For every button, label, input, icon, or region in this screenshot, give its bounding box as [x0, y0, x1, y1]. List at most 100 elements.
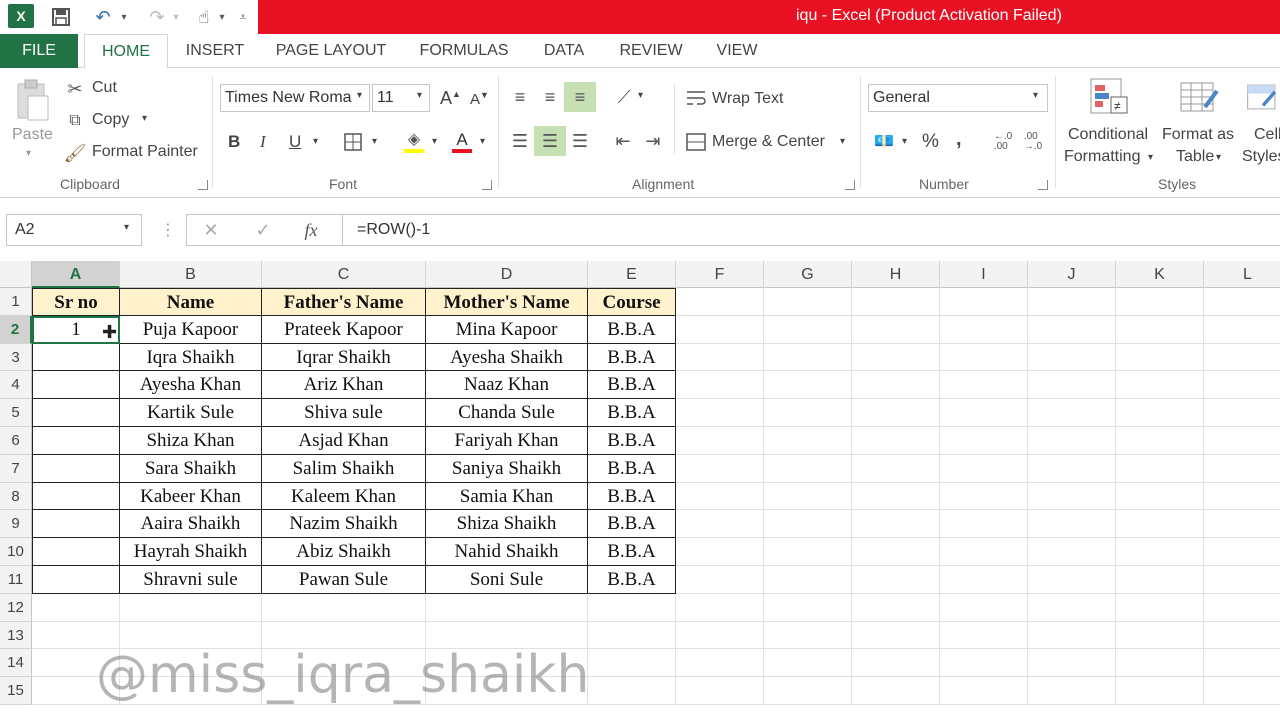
cell-j10[interactable] — [1028, 538, 1116, 566]
cell-b6[interactable]: Shiza Khan — [120, 427, 262, 455]
row-header-13[interactable]: 13 — [0, 621, 32, 650]
cell-b8[interactable]: Kabeer Khan — [120, 482, 262, 511]
comma-style-icon[interactable]: , — [956, 128, 962, 151]
row-header-2[interactable]: 2 — [0, 315, 32, 344]
enter-icon[interactable]: ✓ — [250, 218, 276, 242]
cell-d4[interactable]: Naaz Khan — [426, 371, 588, 400]
number-launcher-icon[interactable] — [1038, 180, 1048, 190]
cell-a11[interactable] — [32, 566, 120, 594]
insert-function-icon[interactable]: fx — [298, 218, 324, 242]
cell-b7[interactable]: Sara Shaikh — [120, 454, 262, 483]
column-header-j[interactable]: J — [1028, 261, 1116, 288]
alignment-launcher-icon[interactable] — [845, 180, 855, 190]
cell-j12[interactable] — [1028, 593, 1116, 622]
conditional-formatting-icon[interactable]: ≠ — [1088, 76, 1130, 118]
cell-k3[interactable] — [1116, 343, 1204, 372]
cell-b5[interactable]: Kartik Sule — [120, 399, 262, 427]
cell-h15[interactable] — [852, 677, 940, 705]
copy-dropdown-icon[interactable]: ▾ — [142, 113, 147, 124]
merge-center-icon[interactable] — [684, 130, 708, 154]
cell-c7[interactable]: Salim Shaikh — [262, 454, 426, 483]
cell-c4[interactable]: Ariz Khan — [262, 371, 426, 400]
cell-a10[interactable] — [32, 538, 120, 566]
cell-i9[interactable] — [940, 510, 1028, 539]
cell-i5[interactable] — [940, 399, 1028, 427]
cell-g12[interactable] — [764, 593, 852, 622]
cell-e5[interactable]: B.B.A — [588, 399, 676, 427]
cell-c12[interactable] — [262, 593, 426, 622]
percent-style-button[interactable]: % — [922, 131, 939, 153]
cell-h7[interactable] — [852, 454, 940, 483]
cell-c3[interactable]: Iqrar Shaikh — [262, 343, 426, 372]
font-color-dropdown-icon[interactable]: ▾ — [480, 136, 485, 147]
cell-k4[interactable] — [1116, 371, 1204, 400]
cell-g9[interactable] — [764, 510, 852, 539]
row-header-10[interactable]: 10 — [0, 538, 32, 566]
row-header-8[interactable]: 8 — [0, 482, 32, 511]
bold-button[interactable]: B — [228, 132, 240, 152]
row-header-4[interactable]: 4 — [0, 371, 32, 400]
cell-l13[interactable] — [1204, 622, 1280, 650]
cell-g14[interactable] — [764, 649, 852, 678]
cell-f9[interactable] — [676, 510, 764, 539]
decrease-decimal-icon[interactable]: .00 →.0 — [1020, 128, 1046, 156]
cell-f15[interactable] — [676, 677, 764, 705]
orientation-icon[interactable]: ⟋ — [610, 82, 638, 112]
cell-e14[interactable] — [588, 649, 676, 678]
cell-l1[interactable] — [1204, 288, 1280, 316]
cell-j13[interactable] — [1028, 621, 1116, 650]
cell-e6[interactable]: B.B.A — [588, 427, 676, 455]
cell-g10[interactable] — [764, 538, 852, 566]
paste-icon[interactable] — [12, 76, 52, 124]
format-as-table-label2[interactable]: Table — [1176, 148, 1214, 166]
row-header-11[interactable]: 11 — [0, 566, 32, 594]
tab-page-layout[interactable]: PAGE LAYOUT — [270, 34, 392, 68]
column-header-a[interactable]: A — [32, 261, 120, 288]
undo-icon[interactable]: ↶ — [88, 4, 118, 30]
cell-h8[interactable] — [852, 482, 940, 511]
cell-c11[interactable]: Pawan Sule — [262, 566, 426, 594]
top-align-icon[interactable]: ≡ — [506, 82, 534, 112]
cell-i7[interactable] — [940, 454, 1028, 483]
cell-styles-label2[interactable]: Styles — [1242, 148, 1280, 166]
row-header-6[interactable]: 6 — [0, 427, 32, 455]
cell-k14[interactable] — [1116, 649, 1204, 678]
cell-f2[interactable] — [676, 315, 764, 344]
cell-l4[interactable] — [1204, 371, 1280, 400]
cell-j6[interactable] — [1028, 427, 1116, 455]
cell-j9[interactable] — [1028, 510, 1116, 539]
cell-b4[interactable]: Ayesha Khan — [120, 371, 262, 400]
cell-l5[interactable] — [1204, 399, 1280, 427]
cell-k10[interactable] — [1116, 538, 1204, 566]
cut-button[interactable]: Cut — [92, 79, 117, 97]
select-all-corner[interactable] — [0, 261, 32, 288]
cell-e3[interactable]: B.B.A — [588, 343, 676, 372]
wrap-text-button[interactable]: Wrap Text — [712, 90, 783, 108]
cell-f8[interactable] — [676, 482, 764, 511]
tab-insert[interactable]: INSERT — [180, 34, 250, 68]
cell-d11[interactable]: Soni Sule — [426, 566, 588, 594]
format-as-table-icon[interactable] — [1178, 76, 1220, 118]
cell-d1[interactable]: Mother's Name — [426, 288, 588, 316]
cell-a4[interactable] — [32, 371, 120, 400]
row-header-1[interactable]: 1 — [0, 288, 32, 316]
fill-color-dropdown-icon[interactable]: ▾ — [432, 136, 437, 147]
cell-a8[interactable] — [32, 482, 120, 511]
cell-e10[interactable]: B.B.A — [588, 538, 676, 566]
cell-k13[interactable] — [1116, 621, 1204, 650]
cell-styles-icon[interactable] — [1246, 76, 1280, 118]
format-painter-icon[interactable]: 🖌 — [64, 142, 87, 164]
touch-mode-icon[interactable]: ☝ — [192, 4, 216, 30]
borders-icon[interactable] — [342, 130, 364, 154]
cell-f4[interactable] — [676, 371, 764, 400]
cell-l7[interactable] — [1204, 455, 1280, 483]
font-size-dropdown-icon[interactable]: ▾ — [417, 90, 422, 101]
cell-g4[interactable] — [764, 371, 852, 400]
column-header-e[interactable]: E — [588, 261, 676, 288]
cell-i14[interactable] — [940, 649, 1028, 678]
wrap-text-icon[interactable] — [684, 86, 708, 110]
tab-formulas[interactable]: FORMULAS — [412, 34, 516, 68]
align-center-icon[interactable]: ☰ — [534, 126, 566, 156]
cell-e15[interactable] — [588, 677, 676, 705]
cell-f5[interactable] — [676, 399, 764, 427]
